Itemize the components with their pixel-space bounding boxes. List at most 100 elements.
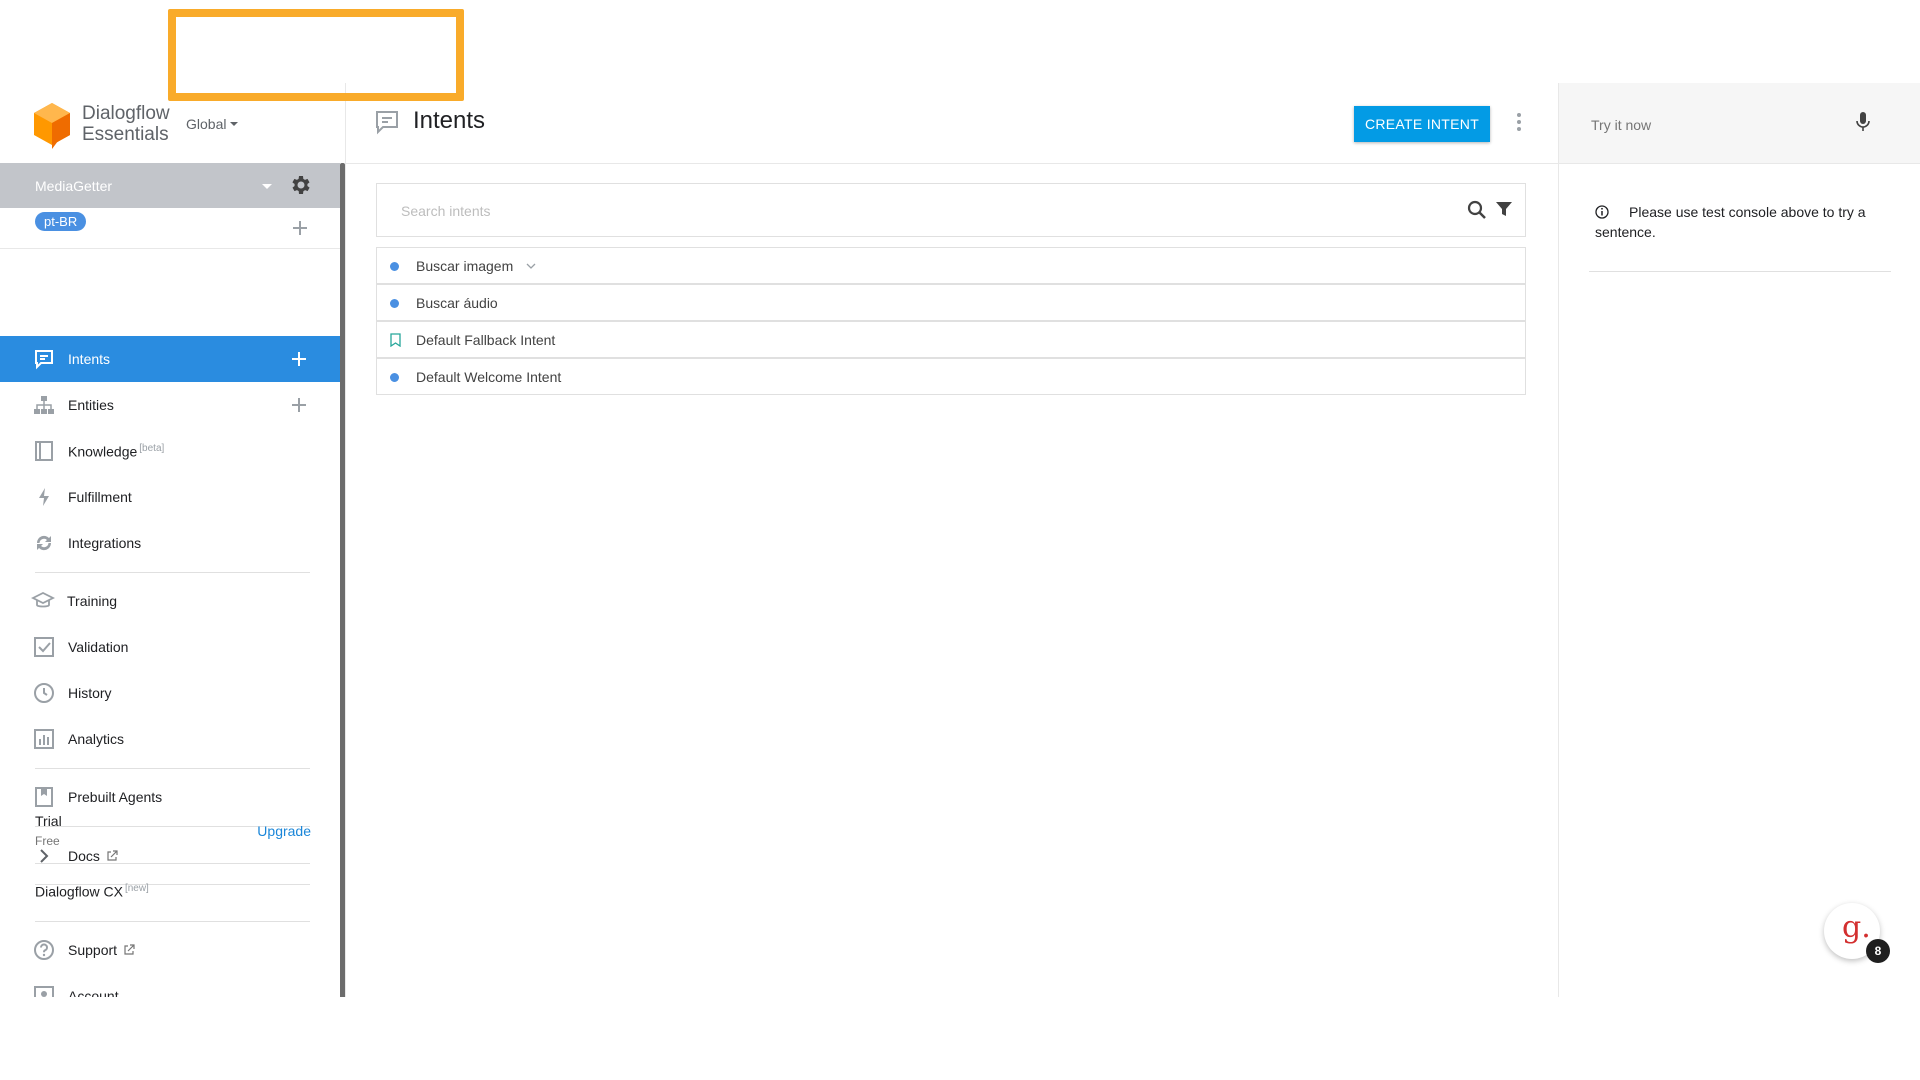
sidebar-item-label: Support [68,942,135,958]
search-input[interactable] [399,199,1403,223]
panel-divider [1589,271,1891,272]
microphone-icon[interactable] [1855,111,1871,133]
sidebar-item-validation[interactable]: Validation [0,624,340,670]
language-chip[interactable]: pt-BR [35,212,87,231]
graduation-cap-icon [31,591,55,608]
sync-icon [36,535,52,551]
search-bar [376,183,1526,237]
sidebar-divider [35,572,310,573]
sidebar-item-label: Entities [68,397,114,413]
support-label: Support [68,942,118,958]
filter-icon[interactable] [1495,200,1513,218]
intent-row[interactable]: Default Welcome Intent [376,358,1526,395]
sidebar-item-label: Fulfillment [68,489,132,505]
help-circle-icon [34,940,54,960]
region-label: Global [186,116,227,132]
upgrade-link[interactable]: Upgrade [257,823,311,839]
intent-dot-icon [390,373,399,382]
add-language-plus-icon[interactable] [293,221,307,235]
intent-dot-icon [390,299,399,308]
sidebar-item-label: Integrations [68,535,142,551]
sidebar-item-label: Training [67,593,118,609]
brand-name-line2: Essentials [82,124,169,145]
add-entity-plus-icon[interactable] [292,398,306,412]
account-icon [34,986,54,997]
dialogflow-cx-label: Dialogflow CX [35,883,123,900]
chat-bubble-icon [35,350,53,370]
main-header: Intents CREATE INTENT [346,83,1558,164]
intent-name: Default Fallback Intent [416,332,556,348]
bar-chart-icon [34,729,54,749]
sidebar-item-intents[interactable]: Intents [0,336,340,382]
sidebar-item-label: Prebuilt Agents [68,789,163,805]
create-intent-button[interactable]: CREATE INTENT [1354,106,1490,142]
sidebar-item-fulfillment[interactable]: Fulfillment [0,474,340,520]
new-badge: [new] [124,883,149,894]
intent-dot-icon [390,262,399,271]
dialogflow-app: Dialogflow Essentials Global MediaGetter… [0,83,1920,997]
agent-selector[interactable]: MediaGetter [0,163,340,208]
dialogflow-cx-link[interactable]: Dialogflow CX [new] [35,883,149,900]
annotation-highlight-box [168,9,464,101]
brand: Dialogflow Essentials [32,101,332,151]
intent-name: Buscar imagem [416,258,514,274]
sidebar-item-label: Analytics [68,731,125,747]
sidebar: Dialogflow Essentials Global MediaGetter… [0,83,346,997]
sidebar-item-label: Account [68,988,119,997]
hierarchy-icon [34,396,54,414]
bookmark-icon [390,333,401,347]
try-it-now-input[interactable] [1589,113,1853,137]
sidebar-divider [35,863,310,864]
sidebar-item-training[interactable]: Training [0,578,340,624]
gear-icon[interactable] [288,173,312,197]
sidebar-item-knowledge[interactable]: Knowledge [beta] [0,428,340,474]
add-intent-plus-icon[interactable] [292,352,306,366]
caret-down-icon [230,122,239,126]
intent-name: Buscar áudio [416,295,498,311]
info-message: Please use test console above to try a s… [1595,204,1866,240]
intent-name: Default Welcome Intent [416,369,562,385]
external-link-icon [124,944,135,955]
region-selector[interactable]: Global [186,116,239,132]
search-icon[interactable] [1467,200,1487,220]
brand-name: Dialogflow Essentials [82,103,170,145]
sidebar-item-analytics[interactable]: Analytics [0,716,340,762]
trial-plan-label: Free [35,834,60,848]
bookmark-book-icon [35,787,53,807]
knowledge-label: Knowledge [68,443,138,460]
sidebar-item-entities[interactable]: Entities [0,382,340,428]
intent-row[interactable]: Buscar imagem [376,247,1526,284]
sidebar-item-integrations[interactable]: Integrations [0,520,340,566]
intent-row[interactable]: Default Fallback Intent [376,321,1526,358]
checkbox-icon [34,637,54,657]
sidebar-scrollbar[interactable] [340,163,345,997]
sidebar-item-account[interactable]: Account [0,973,340,997]
grammarly-widget[interactable]: g. 8 [1824,903,1890,963]
sidebar-item-history[interactable]: History [0,670,340,716]
widget-letter: g. [1842,910,1871,945]
trial-label: Trial [35,813,62,829]
agent-dropdown-caret-icon[interactable] [262,184,272,189]
sidebar-divider [35,921,310,922]
sidebar-item-label: Validation [68,639,129,655]
sidebar-item-support[interactable]: Support [0,927,340,973]
chevron-down-icon[interactable] [525,261,537,271]
clock-icon [34,683,54,703]
bolt-icon [39,488,49,506]
brand-name-line1: Dialogflow [82,103,170,124]
language-row: pt-BR [0,208,340,249]
try-it-now-bar [1559,83,1920,164]
sidebar-item-label: Intents [68,351,111,367]
more-options-icon[interactable] [1516,113,1522,133]
notification-badge: 8 [1866,939,1890,963]
page-title: Intents [413,107,486,134]
sidebar-item-label: Knowledge [beta] [68,443,164,460]
intent-row[interactable]: Buscar áudio [376,284,1526,321]
trial-plan: Trial Free Upgrade [35,813,311,853]
agent-name: MediaGetter [35,177,113,194]
sidebar-item-label: History [68,685,112,701]
chat-bubble-icon [376,111,398,135]
test-console-panel: Please use test console above to try a s… [1558,83,1920,997]
sidebar-divider [35,768,310,769]
beta-badge: [beta] [139,442,165,454]
